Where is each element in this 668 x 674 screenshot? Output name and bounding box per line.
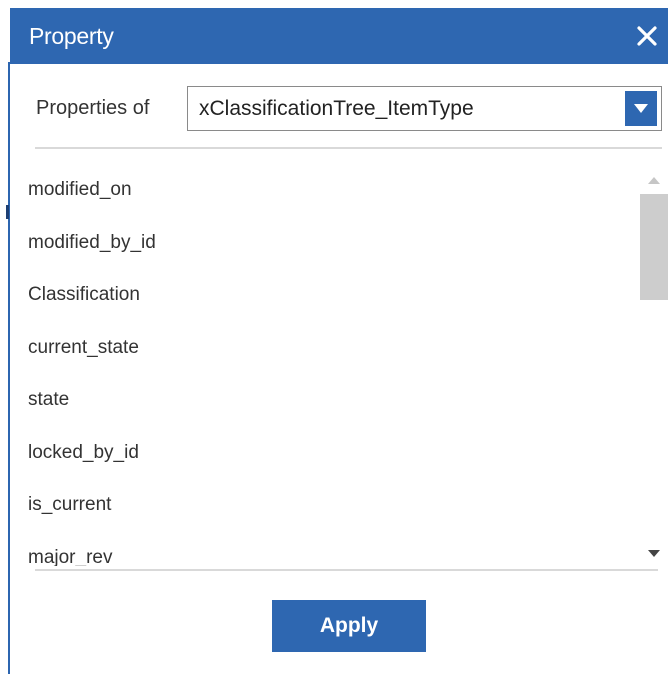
list-item[interactable]: major_rev — [10, 532, 640, 567]
background-window-marker — [6, 205, 9, 219]
list-item[interactable]: is_current — [10, 479, 640, 532]
itemtype-select[interactable]: xClassificationTree_ItemType — [187, 86, 662, 131]
scroll-up-icon — [648, 177, 660, 184]
list-item[interactable]: locked_by_id — [10, 427, 640, 480]
itemtype-select-value: xClassificationTree_ItemType — [199, 97, 474, 120]
list-item[interactable]: modified_by_id — [10, 217, 640, 270]
dialog-title: Property — [29, 23, 114, 49]
properties-of-label: Properties of — [36, 97, 150, 119]
scroll-down-icon — [648, 550, 660, 557]
scroll-track[interactable] — [640, 194, 668, 540]
itemtype-select-arrow[interactable] — [625, 91, 657, 126]
scroll-down-button[interactable] — [640, 540, 668, 568]
close-button[interactable] — [630, 16, 664, 56]
chevron-down-icon — [634, 103, 648, 113]
close-icon — [637, 26, 657, 46]
apply-button[interactable]: Apply — [272, 600, 426, 652]
list-scrollbar[interactable] — [640, 166, 668, 568]
property-list[interactable]: modified_on modified_by_id Classificatio… — [10, 164, 640, 566]
scroll-thumb[interactable] — [640, 194, 668, 300]
list-item[interactable]: current_state — [10, 322, 640, 375]
divider-bottom — [35, 569, 658, 571]
list-item[interactable]: state — [10, 374, 640, 427]
dialog-titlebar: Property — [10, 8, 668, 64]
divider-top — [35, 147, 662, 149]
property-dialog: Property Properties of xClassificationTr… — [10, 8, 668, 674]
scroll-up-button[interactable] — [640, 166, 668, 194]
list-item[interactable]: modified_on — [10, 164, 640, 217]
background-window-edge — [0, 0, 10, 674]
page: Property Properties of xClassificationTr… — [0, 0, 668, 674]
list-item[interactable]: Classification — [10, 269, 640, 322]
